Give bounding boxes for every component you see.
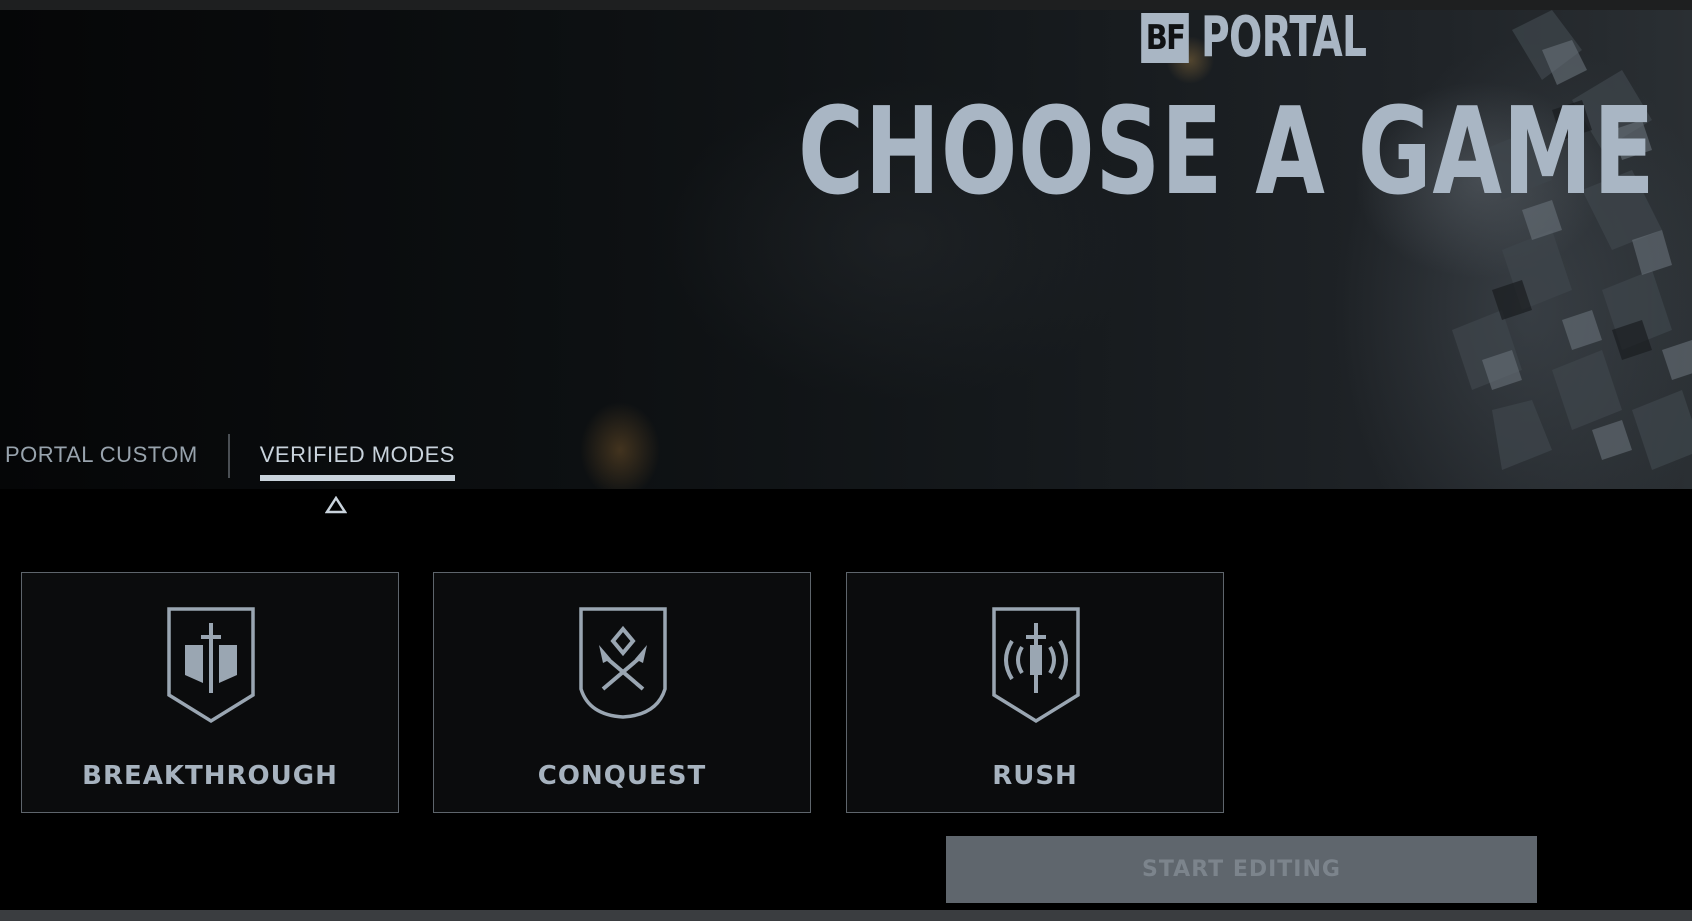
logo-badge: BF (1141, 13, 1189, 63)
logo-text: PORTAL (1201, 10, 1367, 70)
rush-emblem-icon (992, 607, 1080, 724)
tab-verified-modes-label: VERIFIED MODES (259, 442, 455, 467)
bottom-strip (0, 910, 1692, 921)
triangle-up-icon (325, 496, 347, 514)
tab-verified-modes[interactable]: VERIFIED MODES (259, 430, 455, 481)
camouflage-background (1452, 10, 1692, 470)
active-tab-underline (259, 475, 455, 481)
mode-card-rush[interactable]: RUSH (846, 572, 1224, 813)
tab-portal-custom[interactable]: PORTAL CUSTOM (5, 430, 198, 478)
tab-divider (227, 434, 230, 478)
top-strip (0, 0, 1692, 10)
mode-card-conquest[interactable]: CONQUEST (433, 572, 811, 813)
bf-portal-logo: BF PORTAL (1137, 10, 1437, 66)
mode-tabs: PORTAL CUSTOM VERIFIED MODES (0, 430, 455, 490)
breakthrough-emblem-icon (167, 607, 255, 724)
mode-label-conquest: CONQUEST (537, 761, 707, 791)
mode-label-rush: RUSH (992, 761, 1078, 791)
start-editing-button[interactable]: START EDITING (946, 836, 1537, 903)
hero-banner: BF PORTAL CHOOSE A GAME MODE (0, 10, 1692, 489)
page-title: CHOOSE A GAME MODE (798, 83, 1692, 222)
mode-label-breakthrough: BREAKTHROUGH (82, 761, 338, 791)
mode-card-breakthrough[interactable]: BREAKTHROUGH (21, 572, 399, 813)
conquest-emblem-icon (579, 607, 667, 719)
game-mode-screen: BF PORTAL CHOOSE A GAME MODE PORTAL CUST… (0, 0, 1692, 921)
